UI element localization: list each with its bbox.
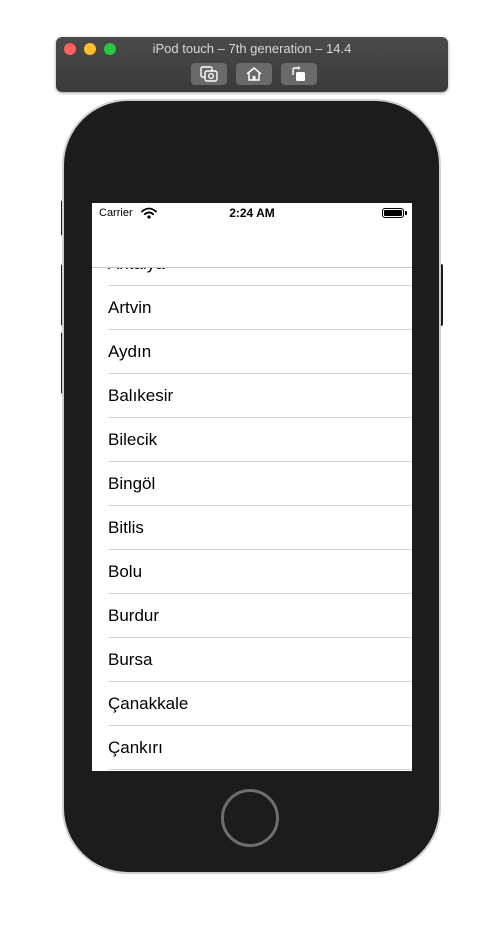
list-item[interactable]: Bitlis — [108, 506, 412, 550]
list-item-label: Çankırı — [108, 738, 163, 757]
list-item[interactable]: Bingöl — [108, 462, 412, 506]
list-item-label: Balıkesir — [108, 386, 174, 405]
list-item-label: Bilecik — [108, 430, 158, 449]
simulator-title-bar: iPod touch – 7th generation – 14.4 — [56, 37, 448, 92]
list-item[interactable]: Balıkesir — [108, 374, 412, 418]
home-button[interactable] — [236, 63, 272, 85]
list-item-label: Aydın — [108, 342, 152, 361]
home-icon — [246, 66, 262, 81]
city-list[interactable]: AntalyaArtvinAydınBalıkesirBilecikBingöl… — [92, 242, 412, 770]
list-item-label: Çanakkale — [108, 694, 189, 713]
list-item-label: Bitlis — [108, 518, 144, 537]
simulator-title: iPod touch – 7th generation – 14.4 — [152, 41, 352, 56]
list-item-label: Burdur — [108, 606, 160, 625]
list-item[interactable]: Çankırı — [108, 726, 412, 770]
list-item[interactable]: Burdur — [108, 594, 412, 638]
home-button-physical[interactable] — [221, 789, 279, 847]
status-time: 2:24 AM — [229, 206, 275, 220]
list-item-label: Bingöl — [108, 474, 156, 493]
rotate-icon — [292, 66, 305, 81]
list-item-label: Bursa — [108, 650, 153, 669]
status-bar: Carrier 2:24 AM — [92, 203, 412, 223]
list-item[interactable]: Çanakkale — [108, 682, 412, 726]
list-item[interactable]: Bolu — [108, 550, 412, 594]
list-item[interactable]: Bilecik — [108, 418, 412, 462]
battery-tip — [405, 211, 407, 215]
screenshot-button[interactable] — [191, 63, 227, 85]
list-item-label: Bolu — [108, 562, 143, 581]
rotate-button[interactable] — [281, 63, 317, 85]
battery-icon — [382, 208, 404, 218]
list-item[interactable]: Artvin — [108, 286, 412, 330]
screenshot-icon — [200, 66, 218, 82]
list-item-label: Artvin — [108, 298, 152, 317]
device-screen: Carrier 2:24 AM AntalyaArtvinAydınBalıke… — [92, 203, 412, 771]
list-item[interactable]: Bursa — [108, 638, 412, 682]
list-item[interactable]: Aydın — [108, 330, 412, 374]
navigation-bar — [92, 223, 412, 268]
